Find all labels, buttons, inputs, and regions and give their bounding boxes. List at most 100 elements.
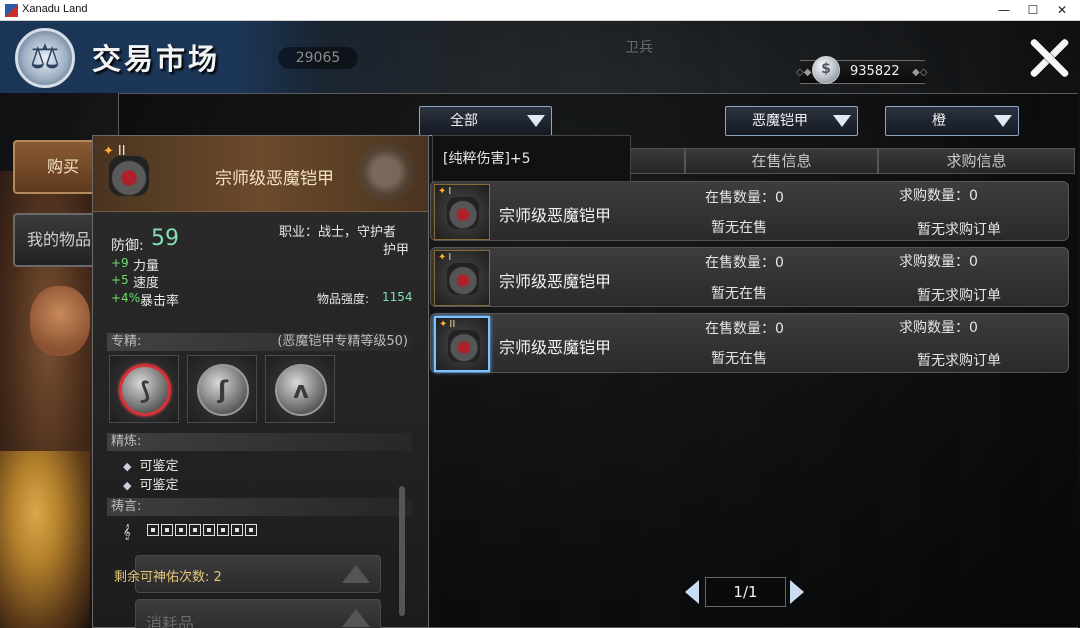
spec-rune-3-icon: ʌ: [275, 364, 327, 416]
prayer-label: 祷言:: [111, 499, 142, 514]
item-strength-value: 1154: [382, 290, 413, 304]
list-item[interactable]: I 宗师级恶魔铠甲 在售数量：0 暂无在售 求购数量：0 暂无求购订单: [430, 181, 1069, 241]
scales-icon: [15, 28, 75, 88]
column-header-wanted: 求购信息: [878, 148, 1075, 174]
refine-item-2-label: 可鉴定: [139, 478, 179, 493]
spec-slot-3[interactable]: ʌ: [265, 355, 335, 423]
prayer-runes: 𝄞: [123, 524, 259, 540]
rune-box-icon: [174, 524, 187, 536]
item-icon: II: [434, 316, 490, 372]
category-filter-label: 全部: [450, 113, 478, 129]
chevron-up-icon: [342, 609, 370, 627]
quality-filter-dropdown[interactable]: 橙: [885, 106, 1019, 136]
prev-page-icon[interactable]: [685, 580, 699, 604]
game-viewport: 交易市场 29065 卫兵 ◇◆ 935822 ◆◇ 购买 我的物品 全部 恶魔…: [0, 21, 1080, 628]
blessing-text: 剩余可神佑次数: 2: [114, 570, 222, 585]
consumable-row[interactable]: 消耗品: [135, 599, 381, 628]
job-line-2: 护甲: [383, 243, 410, 258]
on-sale-count: 在售数量：0: [705, 190, 784, 206]
app-icon: [5, 4, 18, 17]
window-close-button[interactable]: ✕: [1044, 0, 1080, 21]
stat-speed-value: +5: [111, 273, 129, 287]
silver-coin-icon: [812, 56, 840, 84]
list-item[interactable]: I 宗师级恶魔铠甲 在售数量：0 暂无在售 求购数量：0 暂无求购订单: [430, 247, 1069, 307]
on-sale-count: 在售数量：0: [705, 321, 784, 337]
spec-section-header: 专精: (恶魔铠甲专精等级50): [107, 333, 412, 351]
demon-armor-icon: [447, 263, 479, 295]
currency-value: 935822: [850, 64, 900, 79]
rune-box-icon: [146, 524, 159, 536]
column-header-item: [629, 148, 685, 174]
wanted-status: 暂无求购订单: [917, 288, 1001, 304]
category-filter-dropdown[interactable]: 全部: [419, 106, 552, 136]
next-page-icon[interactable]: [790, 580, 804, 604]
defense-label: 防御:: [111, 238, 144, 254]
on-sale-status: 暂无在售: [711, 286, 767, 302]
blessing-row[interactable]: 剩余可神佑次数: 2: [114, 555, 381, 593]
type-filter-dropdown[interactable]: 恶魔铠甲: [725, 106, 858, 136]
spec-label: 专精:: [111, 334, 142, 349]
chevron-down-icon: [527, 115, 545, 127]
quality-filter-label: 橙: [932, 113, 946, 129]
demon-armor-icon: [447, 197, 479, 229]
stat-popup: [纯粹伤害]+5: [432, 135, 631, 182]
wanted-count: 求购数量：0: [899, 320, 978, 336]
spec-rune-2-icon: ʃ: [197, 364, 249, 416]
refine-item-2: ◆ 可鉴定: [123, 474, 178, 493]
diamond-icon: ◆: [123, 479, 132, 492]
rune-box-icon: [216, 524, 229, 536]
stat-crit-value: +4%: [111, 291, 141, 305]
chevron-up-icon: [342, 565, 370, 583]
consumable-label: 消耗品: [146, 614, 195, 628]
stat-crit-name: 暴击率: [140, 294, 180, 309]
tooltip-item-name: 宗师级恶魔铠甲: [215, 169, 334, 189]
wanted-status: 暂无求购订单: [917, 222, 1001, 238]
tooltip-header: II 宗师级恶魔铠甲: [93, 136, 428, 212]
tooltip-scrollbar[interactable]: [399, 486, 405, 616]
job-line-1: 职业：战士，守护者: [279, 225, 397, 240]
rune-box-icon: [202, 524, 215, 536]
wanted-count: 求购数量：0: [899, 188, 978, 204]
type-filter-label: 恶魔铠甲: [752, 113, 808, 129]
prayer-section-header: 祷言:: [107, 498, 412, 516]
rune-box-icon: [188, 524, 201, 536]
currency-deco-right-icon: ◆◇: [912, 67, 928, 78]
item-name: 宗师级恶魔铠甲: [499, 206, 612, 225]
window-title: Xanadu Land: [22, 3, 88, 15]
stat-strength-value: +9: [111, 256, 129, 270]
stat-speed-name: 速度: [133, 276, 160, 291]
refine-label: 精炼:: [111, 434, 142, 449]
column-header-on-sale: 在售信息: [685, 148, 878, 174]
background-guard-label: 卫兵: [625, 40, 653, 56]
list-item[interactable]: II 宗师级恶魔铠甲 在售数量：0 暂无在售 求购数量：0 暂无求购订单: [430, 313, 1069, 373]
currency-display: ◇◆ 935822 ◆◇: [796, 56, 928, 84]
spec-rune-1-icon: ⟆: [119, 364, 171, 416]
grade-badge: II: [439, 319, 455, 330]
item-name: 宗师级恶魔铠甲: [499, 338, 612, 357]
chevron-down-icon: [833, 115, 851, 127]
close-market-icon[interactable]: [1028, 37, 1070, 79]
rune-box-icon: [160, 524, 173, 536]
spec-slot-2[interactable]: ʃ: [187, 355, 257, 423]
merchant-face-art: [30, 286, 90, 356]
girl-npc-art: [0, 451, 90, 628]
wanted-count: 求购数量：0: [899, 254, 978, 270]
spec-slot-1[interactable]: ⟆: [109, 355, 179, 423]
on-sale-status: 暂无在售: [711, 220, 767, 236]
item-tooltip: II 宗师级恶魔铠甲 防御: 59 职业：战士，守护者 护甲 +9 力量 +5 …: [92, 135, 429, 628]
page-title: 交易市场: [92, 42, 221, 76]
refine-section-header: 精炼:: [107, 433, 412, 451]
popup-text: [纯粹伤害]+5: [443, 151, 531, 167]
demon-armor-icon: [448, 330, 480, 362]
diamond-icon: ◆: [123, 460, 132, 473]
item-icon: I: [434, 184, 490, 240]
currency-deco-left-icon: ◇◆: [796, 67, 812, 78]
rune-box-icon: [230, 524, 243, 536]
on-sale-status: 暂无在售: [711, 351, 767, 367]
on-sale-count: 在售数量：0: [705, 255, 784, 271]
refine-item-1: ◆ 可鉴定: [123, 455, 178, 474]
background-number: 29065: [278, 47, 358, 69]
spec-note: (恶魔铠甲专精等级50): [277, 334, 408, 349]
item-name: 宗师级恶魔铠甲: [499, 272, 612, 291]
grade-badge: I: [438, 186, 451, 197]
